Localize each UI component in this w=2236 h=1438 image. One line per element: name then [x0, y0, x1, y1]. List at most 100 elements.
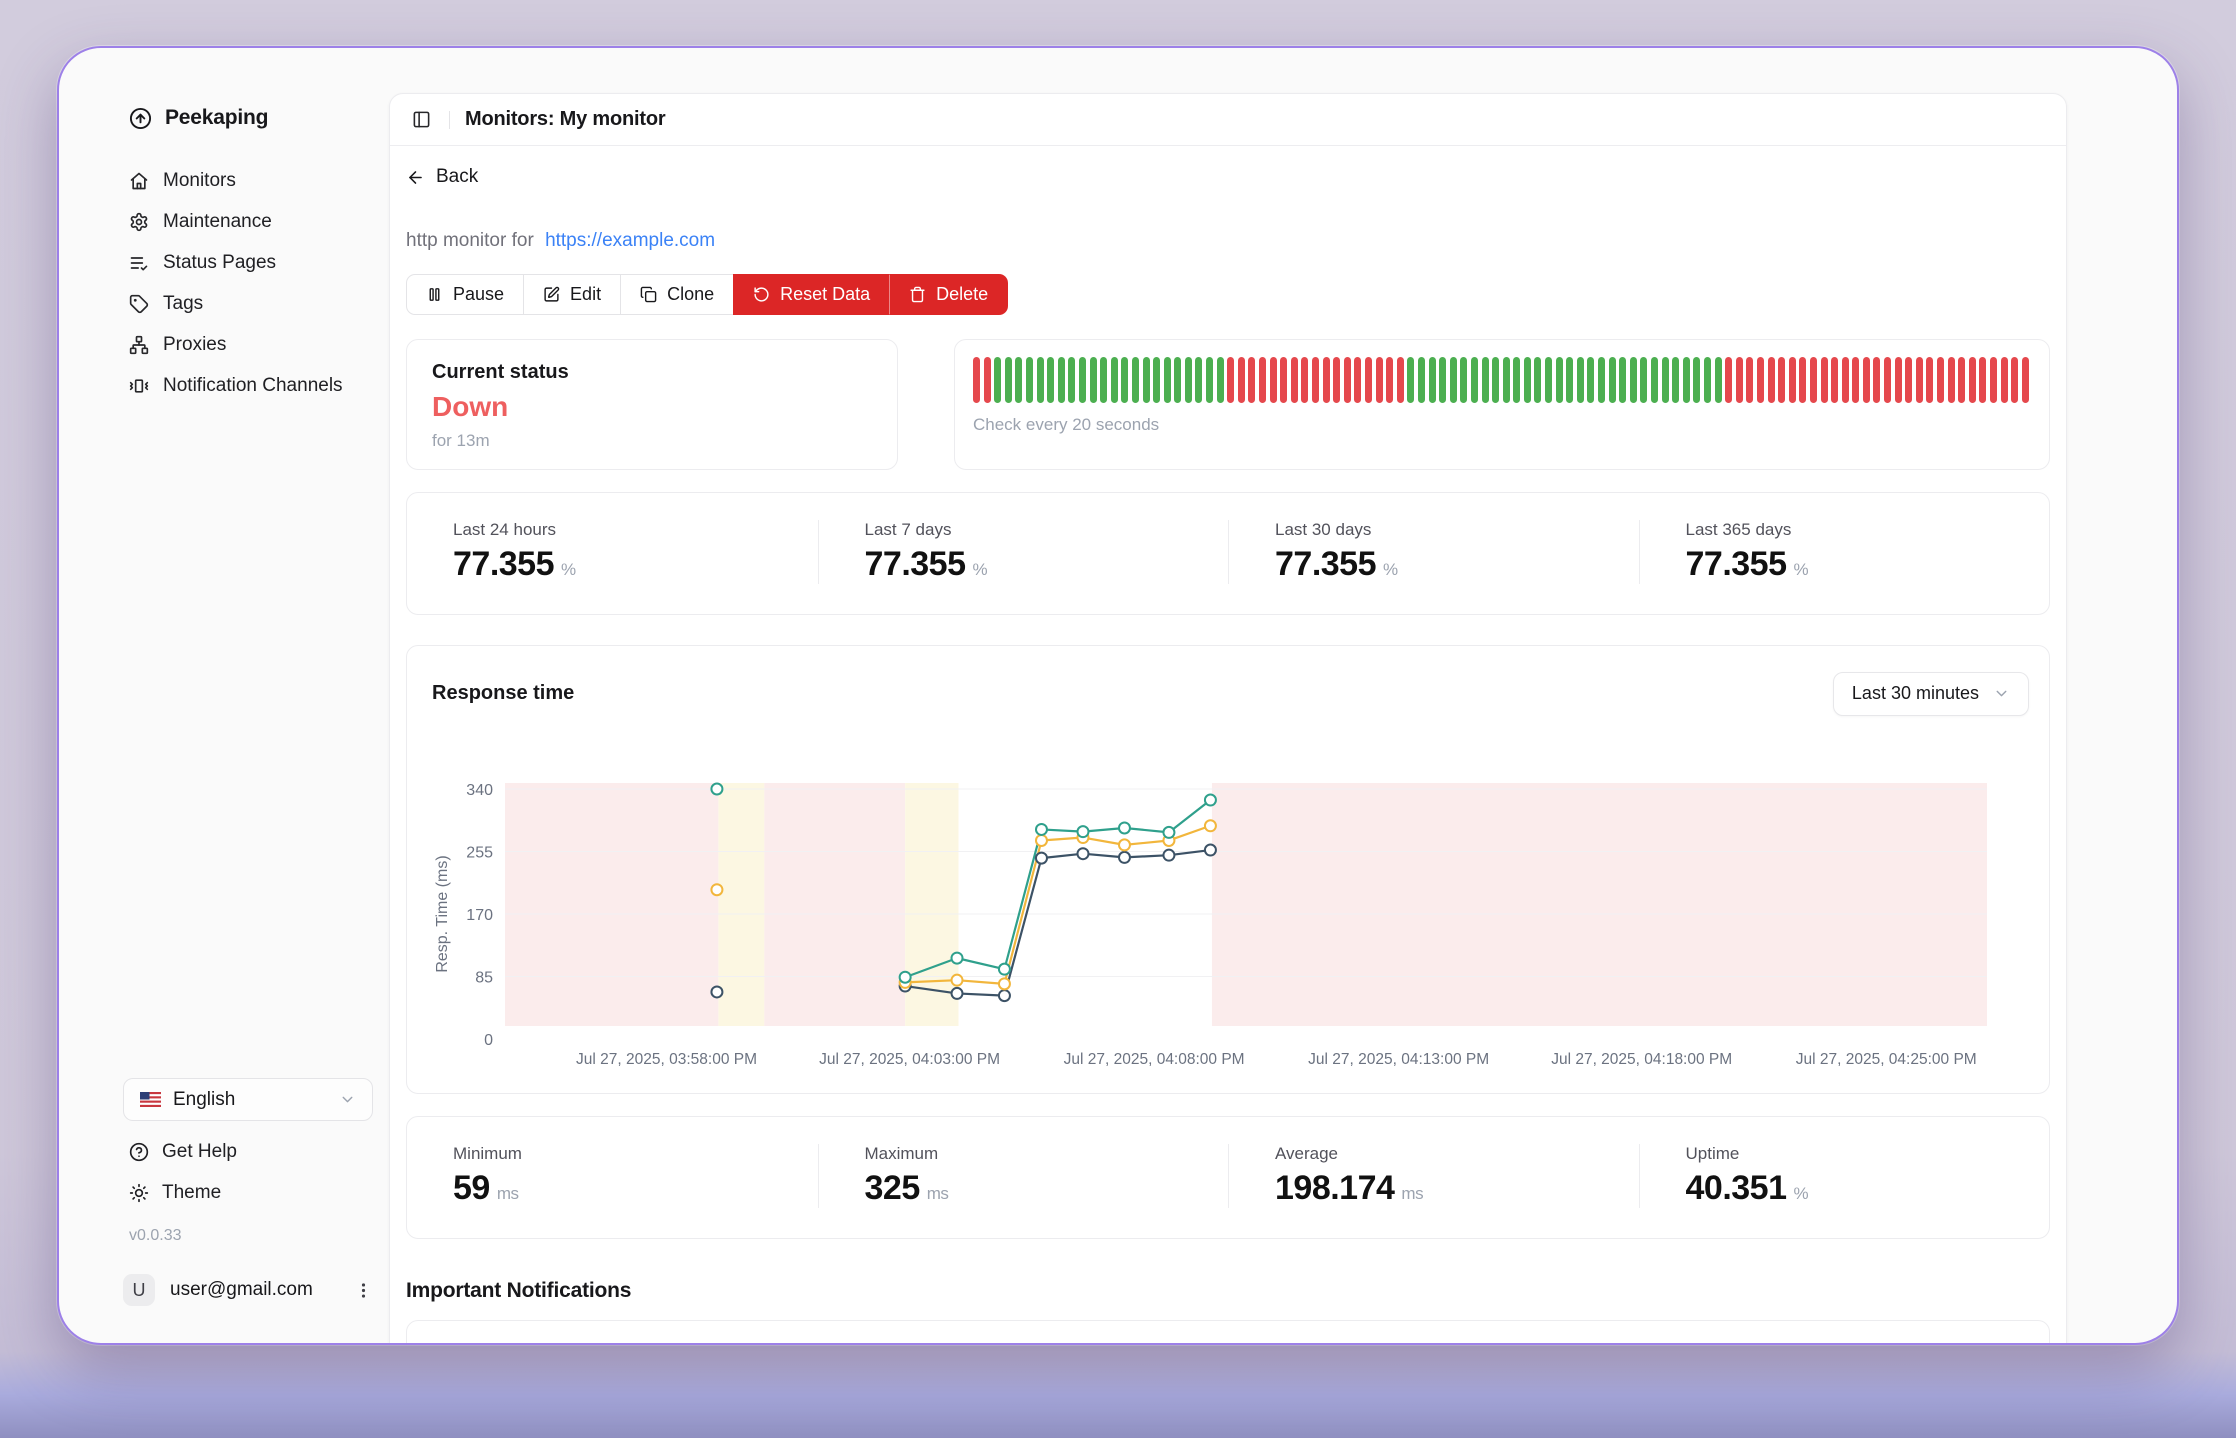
heartbeat-bar-up[interactable] — [1545, 357, 1552, 403]
heartbeat-bar-up[interactable] — [1534, 357, 1541, 403]
heartbeat-bar-up[interactable] — [1704, 357, 1711, 403]
data-point-avg[interactable] — [711, 884, 722, 895]
heartbeat-bar-up[interactable] — [1587, 357, 1594, 403]
heartbeat-bar-down[interactable] — [1768, 357, 1775, 403]
heartbeat-bar-down[interactable] — [1291, 357, 1298, 403]
heartbeat-bar-up[interactable] — [1450, 357, 1457, 403]
heartbeat-bar-down[interactable] — [1958, 357, 1965, 403]
heartbeat-bar-down[interactable] — [1799, 357, 1806, 403]
heartbeat-bar-down[interactable] — [1270, 357, 1277, 403]
heartbeat-bar-up[interactable] — [1407, 357, 1414, 403]
heartbeat-bar-up[interactable] — [1672, 357, 1679, 403]
heartbeat-bar-down[interactable] — [1736, 357, 1743, 403]
heartbeat-bar-up[interactable] — [1174, 357, 1181, 403]
heartbeat-bar-up[interactable] — [1609, 357, 1616, 403]
edit-button[interactable]: Edit — [523, 274, 621, 315]
heartbeat-bar-down[interactable] — [1821, 357, 1828, 403]
data-point-min[interactable] — [999, 990, 1010, 1001]
heartbeat-bar-up[interactable] — [1090, 357, 1097, 403]
heartbeat-bar-down[interactable] — [1312, 357, 1319, 403]
sidebar-item-monitors[interactable]: Monitors — [129, 160, 373, 201]
heartbeat-bar-down[interactable] — [2011, 357, 2018, 403]
data-point-min[interactable] — [1119, 851, 1130, 862]
data-point-max[interactable] — [952, 952, 963, 963]
sidebar-toggle-button[interactable] — [408, 107, 434, 133]
data-point-min[interactable] — [952, 987, 963, 998]
heartbeat-bar-down[interactable] — [1386, 357, 1393, 403]
data-point-max[interactable] — [1119, 822, 1130, 833]
heartbeat-bar-up[interactable] — [1418, 357, 1425, 403]
heartbeat-bar-down[interactable] — [1937, 357, 1944, 403]
data-point-max[interactable] — [1077, 826, 1088, 837]
data-point-min[interactable] — [711, 986, 722, 997]
heartbeat-bar-down[interactable] — [1979, 357, 1986, 403]
pause-button[interactable]: Pause — [406, 274, 524, 315]
heartbeat-bar-down[interactable] — [1863, 357, 1870, 403]
heartbeat-bar-up[interactable] — [1630, 357, 1637, 403]
heartbeat-bar-down[interactable] — [1248, 357, 1255, 403]
heartbeat-bar-up[interactable] — [1195, 357, 1202, 403]
heartbeat-bar-up[interactable] — [1439, 357, 1446, 403]
monitor-url-link[interactable]: https://example.com — [545, 230, 715, 251]
data-point-avg[interactable] — [1036, 834, 1047, 845]
heartbeat-bar-up[interactable] — [1577, 357, 1584, 403]
heartbeat-bar-down[interactable] — [1227, 357, 1234, 403]
heartbeat-bar-down[interactable] — [973, 357, 980, 403]
heartbeat-bar-down[interactable] — [1778, 357, 1785, 403]
heartbeat-bar-up[interactable] — [1111, 357, 1118, 403]
heartbeat-bar-down[interactable] — [1365, 357, 1372, 403]
heartbeat-bar-up[interactable] — [1566, 357, 1573, 403]
data-point-avg[interactable] — [1119, 839, 1130, 850]
heartbeat-bar-up[interactable] — [1164, 357, 1171, 403]
data-point-min[interactable] — [1163, 849, 1174, 860]
data-point-max[interactable] — [1163, 826, 1174, 837]
heartbeat-bar-up[interactable] — [1524, 357, 1531, 403]
sidebar-item-notification-channels[interactable]: Notification Channels — [129, 365, 373, 406]
data-point-avg[interactable] — [1205, 820, 1216, 831]
heartbeat-bar-down[interactable] — [1905, 357, 1912, 403]
heartbeat-bar-up[interactable] — [1026, 357, 1033, 403]
heartbeat-bar-down[interactable] — [1301, 357, 1308, 403]
sidebar-item-status-pages[interactable]: Status Pages — [129, 242, 373, 283]
heartbeat-bar-down[interactable] — [1238, 357, 1245, 403]
heartbeat-bar-down[interactable] — [1948, 357, 1955, 403]
theme-button[interactable]: Theme — [129, 1172, 373, 1213]
dots-vertical-icon[interactable] — [354, 1281, 373, 1300]
heartbeat-bar-down[interactable] — [1757, 357, 1764, 403]
data-point-avg[interactable] — [999, 978, 1010, 989]
heartbeat-bar-down[interactable] — [1990, 357, 1997, 403]
heartbeat-bar-down[interactable] — [2022, 357, 2029, 403]
user-menu[interactable]: U user@gmail.com — [123, 1267, 373, 1313]
heartbeat-bar-up[interactable] — [1619, 357, 1626, 403]
heartbeat-bar-up[interactable] — [1217, 357, 1224, 403]
heartbeat-bar-down[interactable] — [1323, 357, 1330, 403]
heartbeat-bar-up[interactable] — [1005, 357, 1012, 403]
heartbeat-bar-down[interactable] — [1873, 357, 1880, 403]
heartbeat-bar-up[interactable] — [1047, 357, 1054, 403]
heartbeat-bar-up[interactable] — [1058, 357, 1065, 403]
heartbeat-bar-up[interactable] — [1068, 357, 1075, 403]
heartbeat-bar-up[interactable] — [1640, 357, 1647, 403]
heartbeat-bar-up[interactable] — [1429, 357, 1436, 403]
data-point-max[interactable] — [999, 963, 1010, 974]
reset-data-button[interactable]: Reset Data — [733, 274, 890, 315]
sidebar-item-tags[interactable]: Tags — [129, 283, 373, 324]
heartbeat-bar-down[interactable] — [1746, 357, 1753, 403]
heartbeat-bar-up[interactable] — [1651, 357, 1658, 403]
data-point-min[interactable] — [1077, 848, 1088, 859]
data-point-avg[interactable] — [952, 974, 963, 985]
heartbeat-bar-down[interactable] — [1842, 357, 1849, 403]
heartbeat-bar-down[interactable] — [984, 357, 991, 403]
heartbeat-bar-up[interactable] — [1556, 357, 1563, 403]
sidebar-item-maintenance[interactable]: Maintenance — [129, 201, 373, 242]
heartbeat-bar-up[interactable] — [1121, 357, 1128, 403]
heartbeat-bar-down[interactable] — [1789, 357, 1796, 403]
back-button[interactable]: Back — [406, 166, 478, 188]
data-point-max[interactable] — [711, 783, 722, 794]
heartbeat-bar-up[interactable] — [1079, 357, 1086, 403]
heartbeat-bar-up[interactable] — [1471, 357, 1478, 403]
delete-button[interactable]: Delete — [889, 274, 1008, 315]
data-point-max[interactable] — [1205, 794, 1216, 805]
heartbeat-bar-down[interactable] — [1725, 357, 1732, 403]
data-point-min[interactable] — [1036, 852, 1047, 863]
